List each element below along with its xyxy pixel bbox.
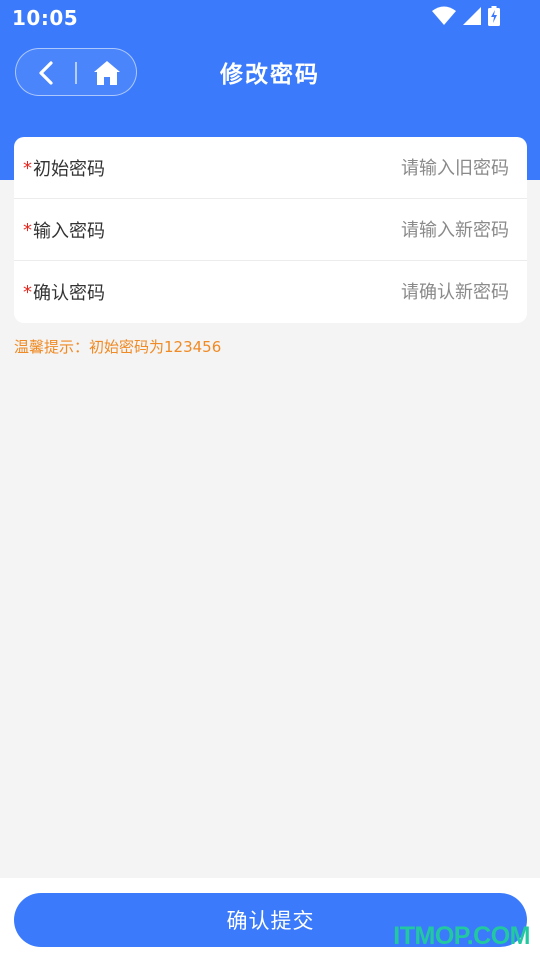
status-icons <box>432 6 500 30</box>
page-title: 修改密码 <box>220 62 320 88</box>
new-password-label: * 输入密码 <box>23 199 105 261</box>
new-password-input[interactable] <box>209 211 509 249</box>
signal-icon <box>462 6 482 30</box>
status-time: 10:05 <box>12 6 79 30</box>
field-label: 输入密码 <box>33 221 105 242</box>
required-mark: * <box>23 157 32 179</box>
form-row-new-password: * 输入密码 <box>14 199 527 261</box>
field-label: 确认密码 <box>33 283 105 304</box>
battery-charging-icon <box>488 6 500 30</box>
required-mark: * <box>23 219 32 241</box>
old-password-label: * 初始密码 <box>23 137 105 199</box>
confirm-password-input[interactable] <box>209 273 509 311</box>
form-row-confirm-password: * 确认密码 <box>14 261 527 323</box>
old-password-input[interactable] <box>209 149 509 187</box>
confirm-password-label: * 确认密码 <box>23 261 105 323</box>
field-label: 初始密码 <box>33 159 105 180</box>
required-mark: * <box>23 281 32 303</box>
password-tip: 温馨提示：初始密码为123456 <box>14 338 222 356</box>
form-row-old-password: * 初始密码 <box>14 137 527 199</box>
watermark-logo: ITMOP.COM <box>393 922 530 950</box>
wifi-icon <box>432 6 456 30</box>
password-form: * 初始密码 * 输入密码 * 确认密码 <box>14 137 527 323</box>
status-bar: 10:05 <box>0 0 540 36</box>
